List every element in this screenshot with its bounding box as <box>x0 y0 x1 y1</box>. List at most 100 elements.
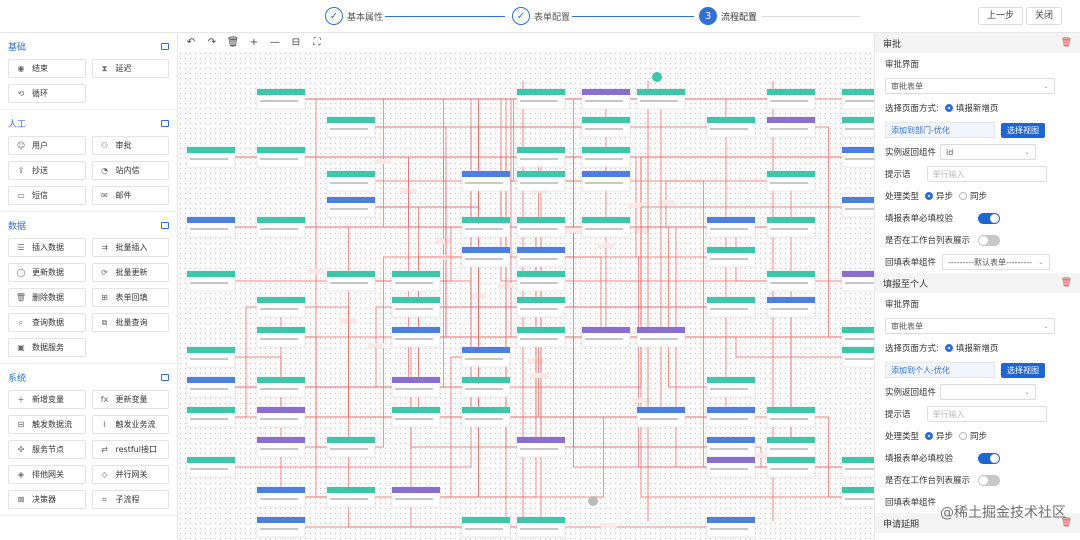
flow-node[interactable] <box>516 216 566 238</box>
instance-select[interactable]: id ⌄ <box>940 144 1037 160</box>
redo-icon[interactable]: ↷ <box>205 35 219 49</box>
flow-node[interactable] <box>326 436 376 458</box>
flow-node[interactable] <box>706 246 756 268</box>
section-header[interactable]: 审批 🗑 <box>875 33 1080 53</box>
flow-node[interactable] <box>841 270 874 292</box>
flow-node[interactable] <box>256 88 306 110</box>
flow-node[interactable] <box>461 170 511 192</box>
palette-item[interactable]: fx 更新变量 <box>91 390 169 409</box>
step-2[interactable]: ✓ 表单配置 <box>512 7 570 25</box>
flow-node[interactable] <box>841 486 874 508</box>
palette-group-header[interactable]: 数据 <box>0 216 177 234</box>
trash-icon[interactable]: 🗑 <box>1061 278 1072 288</box>
flow-node[interactable] <box>516 326 566 348</box>
flow-node[interactable] <box>706 516 756 538</box>
flow-node[interactable] <box>326 196 376 218</box>
palette-item[interactable]: ⊠ 决策器 <box>8 490 86 509</box>
palette-item[interactable]: ✣ 服务节点 <box>8 440 86 459</box>
collapse-icon[interactable] <box>161 221 169 229</box>
flow-node[interactable] <box>391 376 441 398</box>
flow-node[interactable] <box>326 116 376 138</box>
flow-node[interactable] <box>841 456 874 478</box>
flow-node[interactable] <box>256 516 306 538</box>
palette-item[interactable]: ⧉ 批量查询 <box>91 313 169 332</box>
palette-item[interactable]: ⧗ 延迟 <box>91 59 169 78</box>
palette-item[interactable]: ☺ 用户 <box>8 136 86 155</box>
flow-node[interactable] <box>186 406 236 428</box>
select-view-button[interactable]: 选择视图 <box>1001 122 1045 138</box>
flow-node[interactable] <box>256 436 306 458</box>
validate-toggle[interactable] <box>978 452 1000 464</box>
palette-item[interactable]: ◉ 结束 <box>8 59 86 78</box>
flow-node[interactable] <box>766 296 816 318</box>
flow-node[interactable] <box>706 116 756 138</box>
palette-item[interactable]: ◇ 并行网关 <box>91 465 169 484</box>
palette-item[interactable]: ▣ 数据服务 <box>8 338 86 357</box>
flow-node[interactable] <box>516 296 566 318</box>
flow-node[interactable] <box>326 170 376 192</box>
flow-node[interactable] <box>841 326 874 348</box>
flow-node[interactable] <box>706 456 756 478</box>
select-view-button[interactable]: 选择视图 <box>1001 362 1045 378</box>
flow-canvas[interactable] <box>178 51 874 540</box>
flow-node[interactable] <box>841 146 874 168</box>
worklist-toggle[interactable] <box>978 234 1000 246</box>
flow-node[interactable] <box>326 486 376 508</box>
flow-node[interactable] <box>186 216 236 238</box>
flow-node[interactable] <box>841 346 874 368</box>
collapse-icon[interactable] <box>161 42 169 50</box>
flow-node[interactable] <box>461 376 511 398</box>
grid-icon[interactable]: ⊟ <box>289 35 303 49</box>
flow-node[interactable] <box>766 406 816 428</box>
flow-node[interactable] <box>461 346 511 368</box>
palette-item[interactable]: ◔ 站内信 <box>91 161 169 180</box>
flow-node[interactable] <box>391 326 441 348</box>
flow-node[interactable] <box>581 170 631 192</box>
step-1[interactable]: ✓ 基本属性 <box>325 7 383 25</box>
validate-toggle[interactable] <box>978 212 1000 224</box>
flow-node[interactable] <box>581 88 631 110</box>
undo-icon[interactable]: ↶ <box>184 35 198 49</box>
palette-item[interactable]: ⇄ restful接口 <box>91 440 169 459</box>
palette-item[interactable]: ▭ 短信 <box>8 186 86 205</box>
async-radio[interactable] <box>925 432 934 440</box>
palette-item[interactable]: ⌕ 查询数据 <box>8 313 86 332</box>
ui-select[interactable]: 审批表单 ⌄ <box>885 78 1055 94</box>
flow-node[interactable] <box>706 436 756 458</box>
trash-icon[interactable]: 🗑 <box>1061 38 1072 48</box>
flow-node[interactable] <box>581 326 631 348</box>
flow-node[interactable] <box>186 346 236 368</box>
sync-radio[interactable] <box>959 192 968 200</box>
flow-node[interactable] <box>766 456 816 478</box>
flow-node[interactable] <box>516 436 566 458</box>
async-radio[interactable] <box>925 192 934 200</box>
flow-node[interactable] <box>256 376 306 398</box>
palette-item[interactable]: ⚇ 审批 <box>91 136 169 155</box>
step-3[interactable]: 3 流程配置 <box>699 7 757 25</box>
page-link-field[interactable]: 添加到个人-优化 <box>885 362 995 378</box>
palette-item[interactable]: ☰ 插入数据 <box>8 238 86 257</box>
flow-node[interactable] <box>256 486 306 508</box>
page-mode-radio[interactable] <box>944 104 953 112</box>
palette-group-header[interactable]: 人工 <box>0 114 177 132</box>
ui-select[interactable]: 审批表单 ⌄ <box>885 318 1055 334</box>
flow-node[interactable] <box>391 296 441 318</box>
callback-select[interactable]: ---------默认表单--------- ⌄ <box>942 254 1051 270</box>
palette-item[interactable]: ⇉ 批量插入 <box>91 238 169 257</box>
flow-node[interactable] <box>516 88 566 110</box>
flow-node[interactable] <box>766 88 816 110</box>
flow-node[interactable] <box>706 406 756 428</box>
close-button[interactable]: 关闭 <box>1026 7 1063 25</box>
palette-item[interactable]: ⟲ 循环 <box>8 84 86 103</box>
flow-node[interactable] <box>186 146 236 168</box>
flow-node[interactable] <box>391 406 441 428</box>
palette-item[interactable]: ⟳ 批量更新 <box>91 263 169 282</box>
flow-node[interactable] <box>636 326 686 348</box>
flow-node[interactable] <box>391 270 441 292</box>
flow-node[interactable] <box>256 146 306 168</box>
flow-node[interactable] <box>636 88 686 110</box>
flow-node[interactable] <box>256 406 306 428</box>
flow-node[interactable] <box>461 246 511 268</box>
flow-node[interactable] <box>766 216 816 238</box>
palette-item[interactable]: ⇪ 抄送 <box>8 161 86 180</box>
